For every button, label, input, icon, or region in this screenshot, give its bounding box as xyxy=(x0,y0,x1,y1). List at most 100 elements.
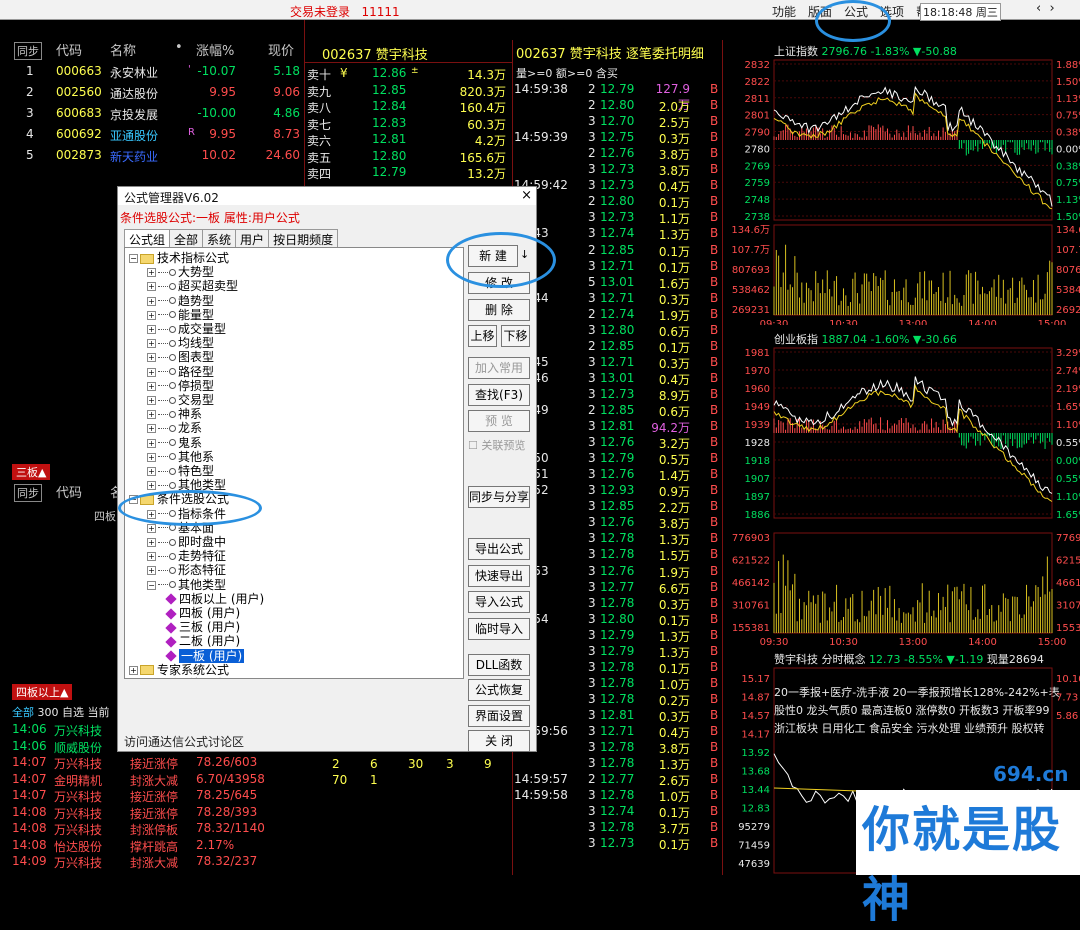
tick-row[interactable]: 59:53312.761.9万B xyxy=(514,564,720,580)
find-button[interactable]: 查找(F3) xyxy=(468,384,530,406)
tick-row[interactable]: 59:50312.790.5万B xyxy=(514,451,720,467)
tree-expand-icon[interactable]: + xyxy=(147,452,156,462)
tick-row[interactable]: 59:52312.930.9万B xyxy=(514,483,720,499)
tick-row[interactable]: 3 12.74 0.1万 B xyxy=(514,804,720,820)
list-item[interactable]: 14:08 怡达股份 撑杆跳高 2.17% xyxy=(12,838,312,854)
list-item[interactable]: 14:08 万兴科技 接近涨停 78.28/393 xyxy=(12,805,312,821)
back-icon[interactable]: ‹ xyxy=(1036,1,1041,16)
tree-item[interactable]: + 超买超卖型 xyxy=(147,279,238,294)
tick-row[interactable]: 59:54312.800.1万B xyxy=(514,612,720,628)
tree-item[interactable]: − 技术指标公式 xyxy=(129,251,229,266)
tree-item[interactable]: + 停损型 xyxy=(147,379,214,394)
tree-item[interactable]: + 大势型 xyxy=(147,265,214,280)
formula-tree[interactable]: − 技术指标公式 + 大势型 + 超买超卖型 + 趋势型 + 能量型 + 成交量型 + 均线型 + 图表型 + 路… xyxy=(124,247,464,679)
tick-row[interactable]: 59:51312.761.4万B xyxy=(514,467,720,483)
tree-item[interactable]: + 趋势型 xyxy=(147,294,214,309)
col-name[interactable]: 名称 xyxy=(110,40,136,59)
list-item[interactable]: 14:07 万兴科技 接近涨停 78.25/645 xyxy=(12,788,312,804)
list-item[interactable]: 14:07 万兴科技 接近涨停 78.26/603 xyxy=(12,755,312,771)
tick-row[interactable]: 2 12.76 3.8万 B xyxy=(514,146,720,162)
close-icon[interactable]: × xyxy=(521,188,532,203)
forward-icon[interactable]: › xyxy=(1049,1,1054,16)
preview-button[interactable]: 预 览 xyxy=(468,410,530,432)
tree-expand-icon[interactable]: + xyxy=(147,538,156,547)
menu-function[interactable]: 功能 xyxy=(772,5,796,19)
tree-expand-icon[interactable]: + xyxy=(147,353,156,363)
col-pct[interactable]: 涨幅% xyxy=(196,40,234,59)
tick-row[interactable]: 3 12.73 0.1万 B xyxy=(514,836,720,852)
tree-expand-icon[interactable]: + xyxy=(147,296,156,306)
add-common-button[interactable]: 加入常用 xyxy=(468,357,530,379)
table-row[interactable]: 4 600692 亚通股份 R 9.95 8.73 xyxy=(0,127,305,148)
tree-item[interactable]: + 交易型 xyxy=(147,393,214,408)
restore-button[interactable]: 公式恢复 xyxy=(468,679,530,701)
tick-row[interactable]: 3 12.78 0.3万 B xyxy=(514,596,720,612)
tick-row[interactable]: 14:59:42 3 12.73 0.4万 B xyxy=(514,178,720,194)
tree-item[interactable]: + 均线型 xyxy=(147,336,214,351)
tree-expand-icon[interactable]: − xyxy=(147,580,156,590)
tick-row[interactable]: 14:59:39 3 12.75 0.3万 B xyxy=(514,130,720,146)
tab-formula-group[interactable]: 公式组 xyxy=(124,229,171,249)
tree-item[interactable]: + 图表型 xyxy=(147,350,214,365)
sync-share-button[interactable]: 同步与分享 xyxy=(468,486,530,508)
tick-row[interactable]: 3 12.76 3.2万 B xyxy=(514,435,720,451)
tick-row[interactable]: 14:59:56 3 12.71 0.4万 B xyxy=(514,724,720,740)
login-status[interactable]: 交易未登录 11111 xyxy=(290,3,400,20)
tree-expand-icon[interactable]: + xyxy=(147,552,156,562)
temp-import-button[interactable]: 临时导入 xyxy=(468,618,530,640)
tab-system[interactable]: 系统 xyxy=(202,229,237,249)
ui-settings-button[interactable]: 界面设置 xyxy=(468,705,530,727)
tree-expand-icon[interactable]: + xyxy=(147,566,156,576)
orderbook-row[interactable]: 卖五 12.80 165.6万 xyxy=(306,149,512,165)
tick-row[interactable]: 3 12.78 3.8万 B xyxy=(514,740,720,756)
tree-expand-icon[interactable]: + xyxy=(147,381,156,391)
tree-expand-icon[interactable]: + xyxy=(129,665,138,675)
orderbook-row[interactable]: 卖十 ¥12.86 ±14.3万 xyxy=(306,66,512,82)
tree-expand-icon[interactable]: − xyxy=(129,254,138,263)
col-code[interactable]: 代码 xyxy=(56,40,82,59)
dll-button[interactable]: DLL函数 xyxy=(468,654,530,676)
tree-item[interactable]: + 鬼系 xyxy=(147,436,202,451)
tree-item[interactable]: + 成交量型 xyxy=(147,322,226,337)
tree-expand-icon[interactable]: + xyxy=(147,396,156,405)
cy-index-chart[interactable]: 创业板指 1887.04 -1.60% ▼-30.66 19813.29%197… xyxy=(724,328,1080,648)
sh-index-chart[interactable]: 上证指数 2796.76 -1.83% ▼-50.88 28321.88%282… xyxy=(724,40,1080,325)
tick-row[interactable]: 3 12.79 1.3万 B xyxy=(514,644,720,660)
tree-expand-icon[interactable]: + xyxy=(147,481,156,491)
list-item[interactable]: 14:07 金明精机 封涨大减 6.70/43958 xyxy=(12,772,312,788)
tree-expand-icon[interactable]: + xyxy=(147,467,156,476)
tree-item[interactable]: + 路径型 xyxy=(147,365,214,380)
tick-row[interactable]: 2 12.74 1.9万 B xyxy=(514,307,720,323)
tree-item[interactable]: 一板 (用户) xyxy=(165,648,245,664)
tick-row[interactable]: 3 12.78 1.5万 B xyxy=(514,547,720,563)
tick-row[interactable]: 2 12.80 0.1万 B xyxy=(514,194,720,210)
orderbook-row[interactable]: 卖四 12.79 13.2万 xyxy=(306,165,512,181)
tick-row[interactable]: 3 12.73 8.9万 B xyxy=(514,387,720,403)
tree-item[interactable]: +五彩K线公式 xyxy=(129,677,225,678)
tree-expand-icon[interactable]: + xyxy=(147,339,156,349)
tick-row[interactable]: 3 12.73 3.8万 B xyxy=(514,162,720,178)
sync-button[interactable]: 同步 xyxy=(14,42,42,60)
move-down-button[interactable]: 下移 xyxy=(501,325,530,347)
tree-item[interactable]: − 其他类型 xyxy=(147,578,226,593)
tree-expand-icon[interactable]: + xyxy=(147,325,156,334)
orderbook-row[interactable]: 卖八 12.84 160.4万 xyxy=(306,99,512,115)
tree-item[interactable]: + 龙系 xyxy=(147,421,202,436)
tree-expand-icon[interactable]: + xyxy=(147,424,156,434)
tick-row[interactable]: 3 12.85 2.2万 B xyxy=(514,499,720,515)
tick-row[interactable]: 3 12.78 1.3万 B xyxy=(514,756,720,772)
export-button[interactable]: 导出公式 xyxy=(468,538,530,560)
quick-export-button[interactable]: 快速导出 xyxy=(468,565,530,587)
tick-row[interactable]: 3 12.70 2.5万 B xyxy=(514,114,720,130)
tree-expand-icon[interactable]: + xyxy=(147,282,156,292)
filter-all[interactable]: 全部 xyxy=(12,706,34,719)
tree-expand-icon[interactable]: + xyxy=(147,310,156,320)
table-row[interactable]: 3 600683 京投发展 -10.00 4.86 xyxy=(0,106,305,127)
tree-item[interactable]: + 即时盘中 xyxy=(147,535,226,550)
tree-item[interactable]: + 其他系 xyxy=(147,450,214,465)
tick-row[interactable]: 3 12.78 3.7万 B xyxy=(514,820,720,836)
tick-row[interactable]: 3 12.73 1.1万 B xyxy=(514,210,720,226)
tick-row[interactable]: 59:46313.010.4万B xyxy=(514,371,720,387)
tick-row[interactable]: 3 12.79 1.3万 B xyxy=(514,628,720,644)
tick-row[interactable]: 14:59:58 3 12.78 1.0万 B xyxy=(514,788,720,804)
